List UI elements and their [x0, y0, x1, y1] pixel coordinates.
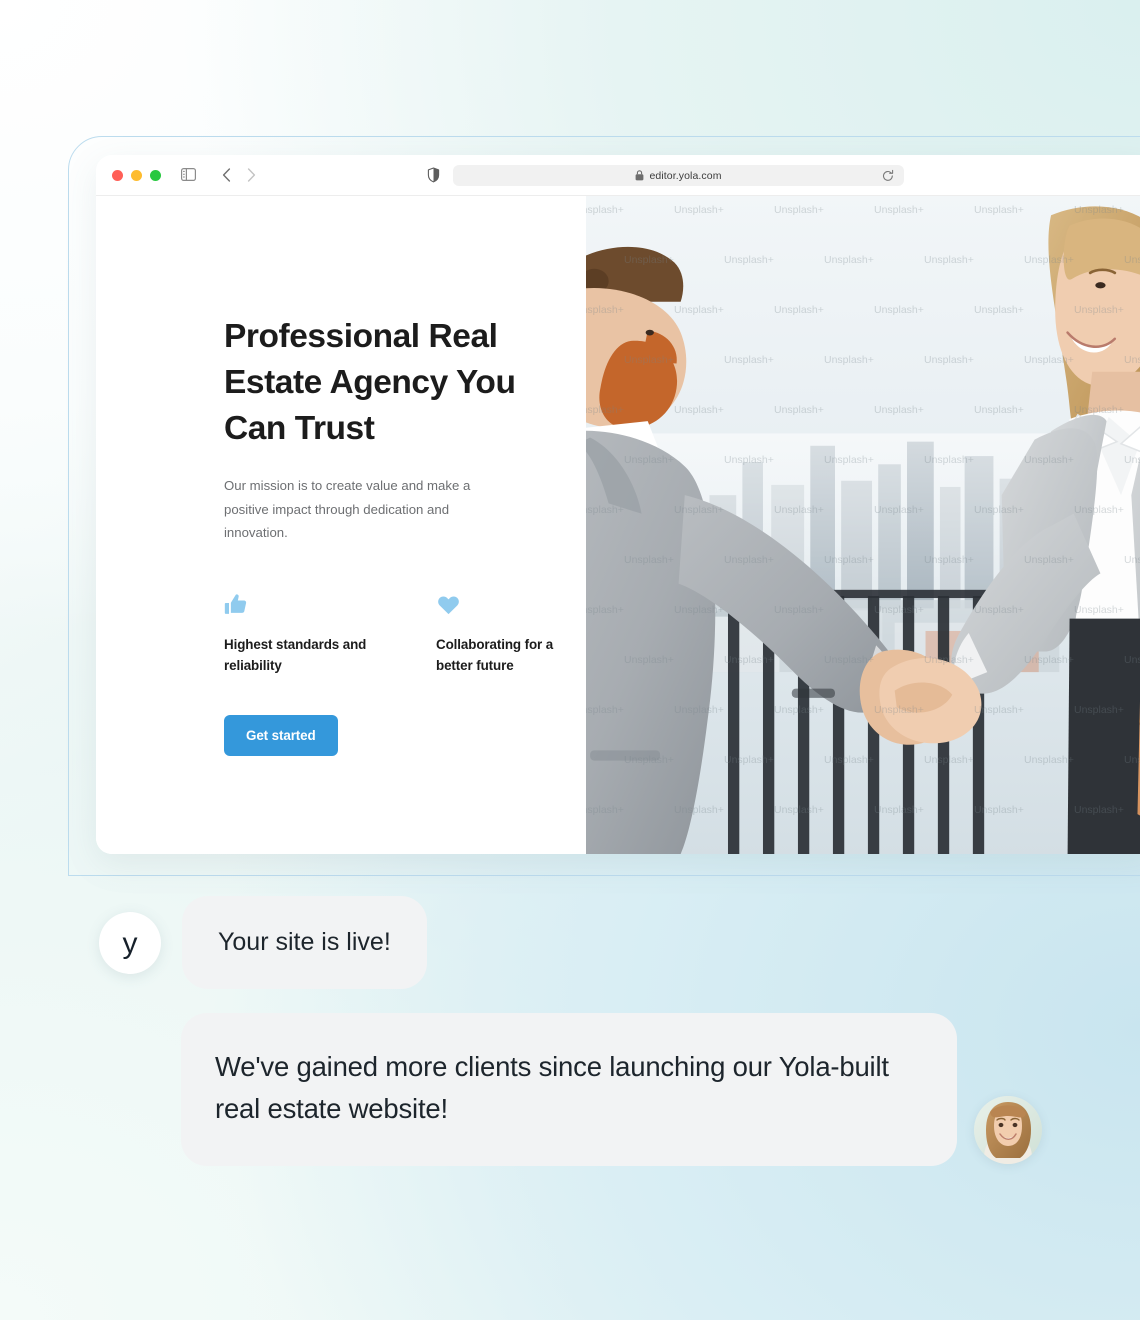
customer-photo-avatar — [974, 1096, 1042, 1164]
maximize-window-button[interactable] — [150, 170, 161, 181]
page-root: editor.yola.com Professional Real Estate… — [0, 0, 1140, 1320]
chat-section: y Your site is live! We've gained more c… — [0, 896, 1140, 1166]
chat-message: We've gained more clients since launchin… — [0, 1013, 1140, 1166]
address-bar[interactable]: editor.yola.com — [453, 165, 904, 186]
thumbs-up-icon — [224, 587, 374, 617]
heart-icon — [436, 587, 586, 617]
get-started-button[interactable]: Get started — [224, 714, 338, 756]
chat-bubble-testimonial: We've gained more clients since launchin… — [181, 1013, 957, 1166]
browser-window: editor.yola.com Professional Real Estate… — [96, 155, 1140, 854]
window-controls[interactable] — [112, 170, 161, 181]
feature-label: Collaborating for a better future — [436, 636, 554, 674]
hero-image: Unsplash+ Unsplash+ Unsplash+ Unsplash+ … — [586, 196, 1140, 854]
yola-logo-glyph: y — [122, 926, 138, 960]
feature-label: Highest standards and reliability — [224, 636, 367, 674]
site-viewport: Professional Real Estate Agency You Can … — [96, 196, 1140, 854]
feature-item: Highest standards and reliability — [224, 587, 374, 677]
reload-icon[interactable] — [882, 169, 894, 182]
feature-item: Collaborating for a better future — [436, 587, 586, 677]
yola-logo-avatar: y — [99, 911, 161, 974]
hero-text-column: Professional Real Estate Agency You Can … — [96, 196, 586, 854]
address-bar-content: editor.yola.com — [635, 170, 721, 182]
minimize-window-button[interactable] — [131, 170, 142, 181]
chat-bubble-status: Your site is live! — [182, 896, 427, 989]
lock-icon — [635, 170, 644, 181]
hero-subtitle: Our mission is to create value and make … — [224, 478, 471, 540]
shield-icon[interactable] — [427, 167, 440, 183]
url-text: editor.yola.com — [649, 169, 722, 182]
browser-toolbar: editor.yola.com — [96, 155, 1140, 196]
sidebar-toggle-icon[interactable] — [181, 168, 196, 181]
chat-message: y Your site is live! — [0, 896, 1140, 989]
back-button[interactable] — [222, 168, 231, 182]
feature-list: Highest standards and reliability Collab… — [224, 587, 586, 677]
close-window-button[interactable] — [112, 170, 123, 181]
forward-button[interactable] — [247, 168, 256, 182]
page-title: Professional Real Estate Agency You Can … — [224, 318, 516, 447]
